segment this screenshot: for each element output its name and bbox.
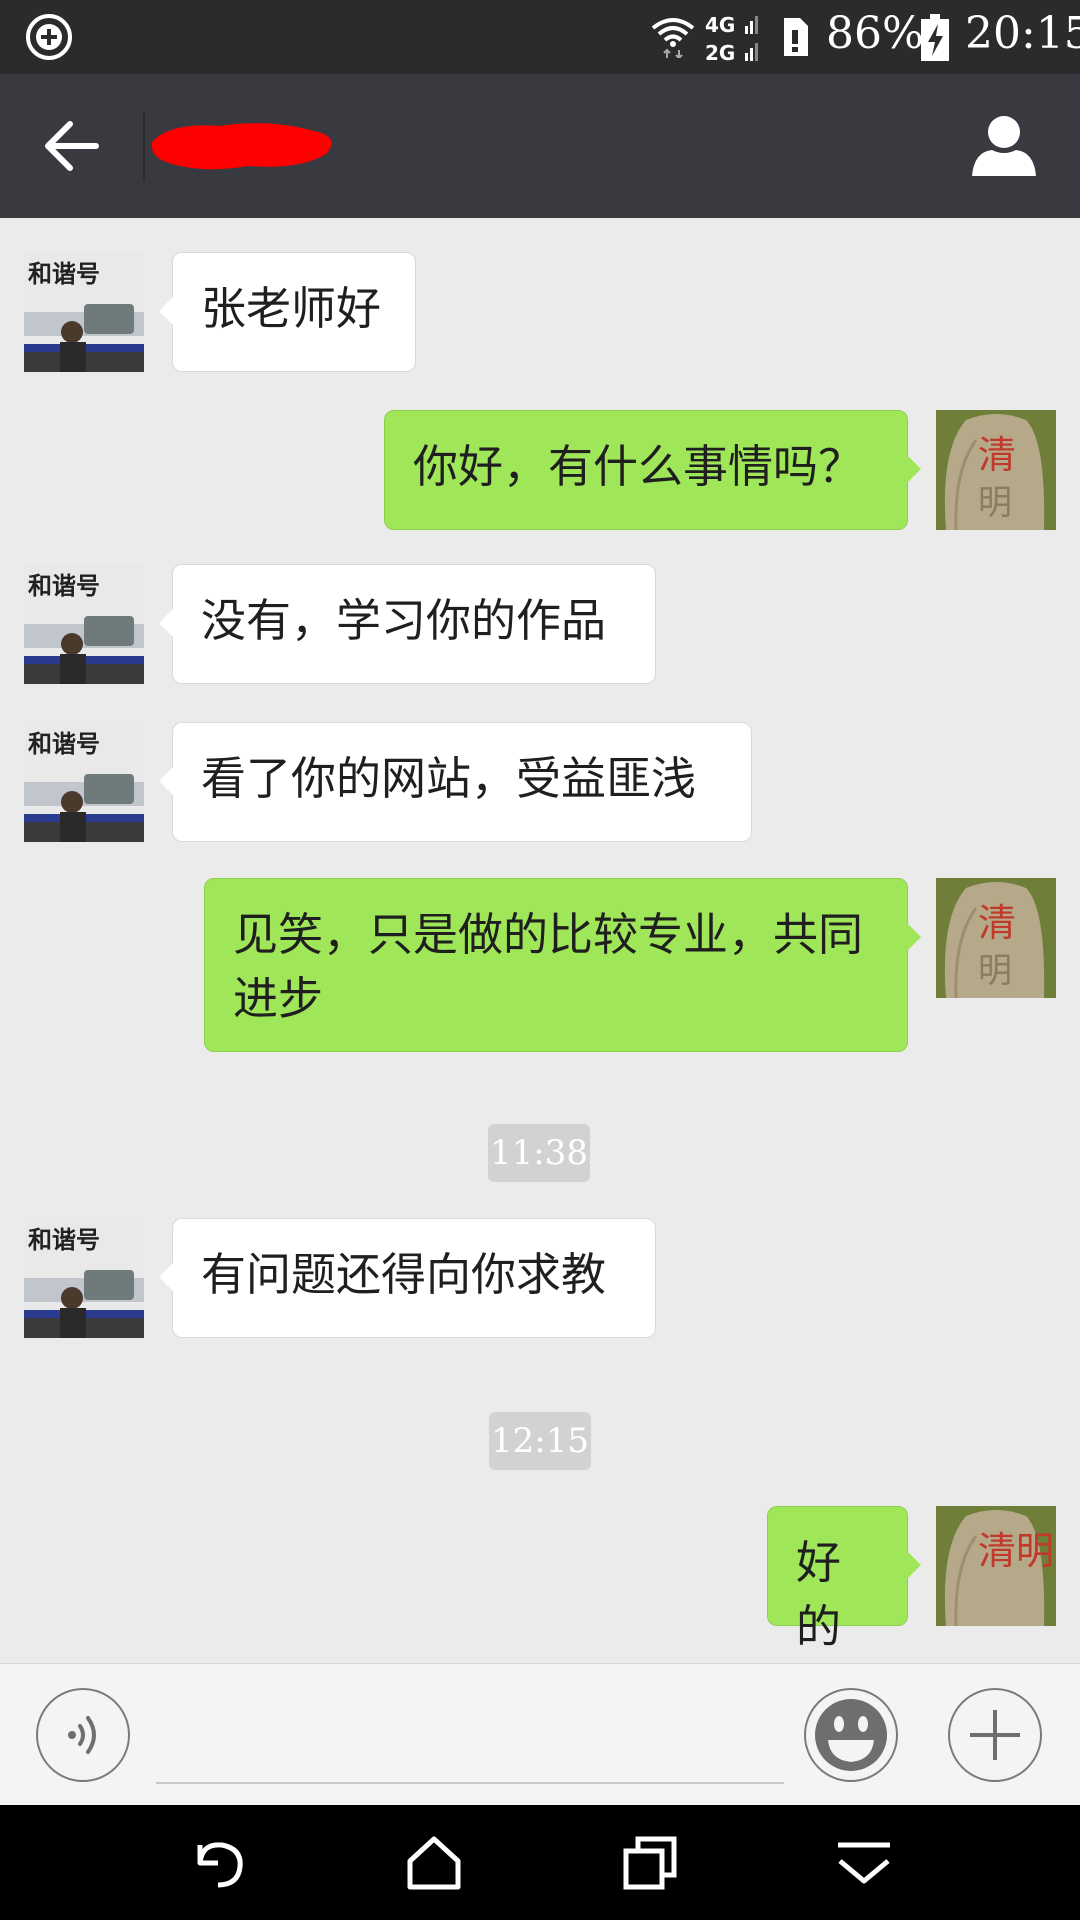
message-text: 好的: [796, 1536, 842, 1653]
contact-name-redacted: [150, 116, 340, 176]
svg-text:清: 清: [978, 433, 1016, 477]
self-avatar[interactable]: 清明: [936, 1506, 1056, 1626]
message-text: 没有，学习你的作品: [201, 594, 607, 647]
header-divider: [143, 112, 145, 182]
message-text: 见笑，只是做的比较专业，共同进步: [233, 908, 864, 1025]
wifi-icon: [651, 18, 695, 58]
message-bubble-incoming[interactable]: 有问题还得向你求教: [159, 1218, 656, 1338]
chat-timestamp: 11:38: [488, 1124, 590, 1182]
message-input-bar: [0, 1663, 1080, 1806]
signal-icon: 4G 2G: [705, 13, 758, 64]
message-bubble-outgoing[interactable]: 你好，有什么事情吗？: [384, 410, 921, 530]
message-text: 你好，有什么事情吗？: [413, 440, 864, 493]
person-icon[interactable]: [968, 112, 1040, 180]
svg-text:和谐号: 和谐号: [28, 1225, 100, 1254]
message-row: 好的 清明: [0, 1506, 1080, 1653]
message-text-input[interactable]: [156, 1684, 784, 1784]
emoji-button[interactable]: [804, 1688, 898, 1782]
emoji-icon: [815, 1699, 887, 1771]
contact-avatar[interactable]: 和谐号: [24, 722, 144, 842]
message-row: 见笑，只是做的比较专业，共同进步 清 明: [0, 878, 1080, 1054]
redaction-mark: [151, 123, 332, 170]
battery-percentage: 86%: [826, 8, 924, 59]
sim-icon: [784, 18, 808, 56]
back-icon[interactable]: [188, 1835, 248, 1891]
message-text: 张老师好: [201, 282, 382, 335]
clock-time: 20:15: [965, 8, 1080, 59]
svg-text:和谐号: 和谐号: [28, 729, 100, 758]
arrow-left-icon[interactable]: [30, 114, 114, 178]
chat-header: [0, 74, 1080, 218]
message-row: 和谐号 有问题还得向你求教: [0, 1218, 1080, 1340]
plus-icon: [970, 1710, 1020, 1760]
message-row: 你好，有什么事情吗？ 清 明: [0, 410, 1080, 532]
add-circle-icon: [26, 14, 72, 60]
avatar-stone-text: 清明: [978, 1529, 1054, 1573]
message-text: 有问题还得向你求教: [201, 1248, 607, 1301]
message-bubble-incoming[interactable]: 张老师好: [159, 252, 416, 372]
message-bubble-outgoing[interactable]: 见笑，只是做的比较专业，共同进步: [204, 878, 921, 1052]
message-bubble-incoming[interactable]: 看了你的网站，受益匪浅: [159, 722, 752, 842]
chat-timestamp: 12:15: [489, 1412, 591, 1470]
message-row: 和谐号 没有，学习你的作品: [0, 564, 1080, 686]
battery-charging-icon: [921, 14, 949, 61]
voice-icon: [68, 1716, 96, 1754]
recents-icon[interactable]: [620, 1835, 680, 1891]
chat-message-list[interactable]: 和谐号 张老师好 你好，有什么事情吗？ 清 明 和谐号 没有，学习你的作品 和谐…: [0, 218, 1080, 1663]
svg-text:明: 明: [978, 951, 1012, 991]
self-avatar[interactable]: 清 明: [936, 878, 1056, 998]
contact-avatar[interactable]: 和谐号: [24, 564, 144, 684]
status-bar: 4G 2G 86% 20:15: [0, 0, 1080, 74]
network-label-4g: 4G: [705, 13, 735, 37]
message-row: 和谐号 张老师好: [0, 252, 1080, 374]
message-row: 和谐号 看了你的网站，受益匪浅: [0, 722, 1080, 844]
contact-avatar[interactable]: 和谐号: [24, 252, 144, 372]
voice-input-button[interactable]: [36, 1688, 130, 1782]
system-navigation-bar: [0, 1805, 1080, 1920]
svg-text:和谐号: 和谐号: [28, 571, 100, 600]
avatar-banner-text: 和谐号: [28, 259, 100, 288]
network-label-2g: 2G: [705, 41, 735, 64]
message-bubble-incoming[interactable]: 没有，学习你的作品: [159, 564, 656, 684]
menu-down-icon[interactable]: [834, 1835, 894, 1891]
message-bubble-outgoing[interactable]: 好的: [767, 1506, 921, 1653]
contact-avatar[interactable]: 和谐号: [24, 1218, 144, 1338]
svg-text:明: 明: [978, 483, 1012, 523]
svg-text:清: 清: [978, 901, 1016, 945]
more-options-button[interactable]: [948, 1688, 1042, 1782]
message-text: 看了你的网站，受益匪浅: [201, 752, 697, 805]
self-avatar[interactable]: 清 明: [936, 410, 1056, 530]
home-icon[interactable]: [404, 1835, 464, 1891]
